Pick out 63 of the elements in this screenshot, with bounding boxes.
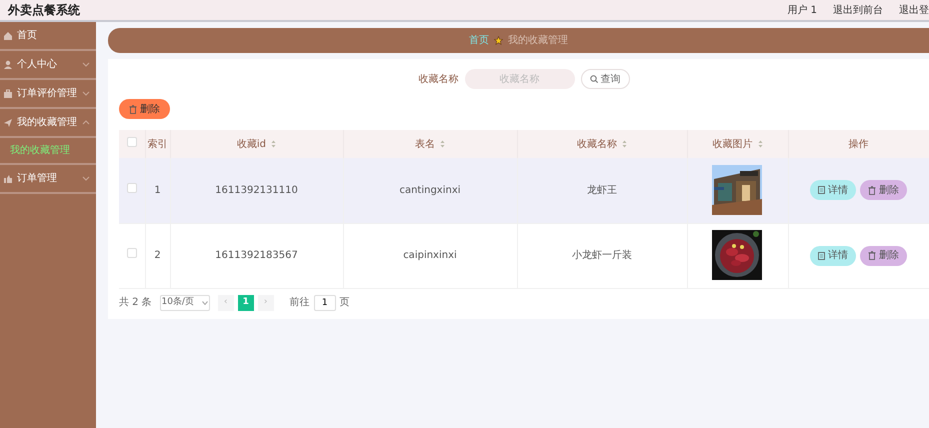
header-link[interactable]: 退出登 <box>899 2 929 18</box>
sort-icon <box>758 140 763 148</box>
table-row[interactable]: 2 1611392183567 caipinxinxi 小龙虾一斤装 详情 删除 <box>119 223 929 288</box>
search-button[interactable]: 查询 <box>580 69 630 89</box>
sidebar-item[interactable]: 个人中心 <box>0 51 96 80</box>
sort-icon <box>271 140 276 148</box>
thumb-icon <box>3 174 13 184</box>
document-icon <box>818 186 825 194</box>
trash-icon <box>868 186 876 195</box>
table-cell: 小龙虾一斤装 <box>572 250 632 261</box>
details-button[interactable]: 详情 <box>810 180 856 200</box>
chevron-up-icon <box>82 120 90 125</box>
home-icon <box>3 30 13 40</box>
details-button[interactable]: 详情 <box>810 246 856 266</box>
delete-button[interactable]: 删除 <box>860 246 907 266</box>
goto-label: 前往 <box>290 296 310 310</box>
checkbox[interactable] <box>126 182 137 193</box>
table-cell: caipinxinxi <box>403 250 457 261</box>
table-cell: 2 <box>154 250 161 261</box>
sidebar-item[interactable]: 订单评价管理 <box>0 80 96 109</box>
search-label: 收藏名称 <box>418 72 458 86</box>
app-title: 外卖点餐系统 <box>8 2 80 19</box>
table-cell: cantingxinxi <box>399 184 461 196</box>
delete-button[interactable]: 删除 <box>860 180 907 200</box>
header-link[interactable]: 用户 1 <box>787 2 817 18</box>
search-field[interactable]: 收藏名称 <box>464 69 574 89</box>
chevron-down-icon <box>82 176 90 181</box>
table-cell: 1611392183567 <box>215 250 298 261</box>
chevron-down-icon <box>202 300 208 304</box>
sidebar-subitem[interactable]: 我的收藏管理 <box>0 138 96 165</box>
table-cell: 1611392131110 <box>215 184 298 196</box>
sidebar-item[interactable]: 首页 <box>0 22 96 51</box>
column-header[interactable]: 收藏名称 <box>576 138 619 150</box>
document-icon <box>818 252 825 260</box>
column-header[interactable]: 收藏图片 <box>712 138 754 150</box>
sort-icon <box>622 140 628 148</box>
column-header[interactable]: 收藏id <box>236 138 268 150</box>
table-cell: 1 <box>154 184 161 196</box>
page-suffix: 页 <box>340 296 350 310</box>
checkbox[interactable] <box>126 248 137 258</box>
person-icon <box>3 60 13 70</box>
search-icon <box>590 75 598 83</box>
briefcase-icon <box>3 88 13 98</box>
trash-icon <box>868 251 876 260</box>
table-row[interactable]: 1 1611392131110 cantingxinxi 龙虾王 详情 删除 <box>119 158 929 223</box>
header-link[interactable]: 退出到前台 <box>833 2 883 18</box>
send-icon <box>3 118 13 128</box>
page-input[interactable]: 1 <box>314 294 336 310</box>
column-header[interactable]: 操作 <box>848 138 868 150</box>
star-icon <box>494 36 503 45</box>
column-header[interactable]: 表名 <box>414 138 437 150</box>
sidebar-item[interactable]: 我的收藏管理 <box>0 109 96 138</box>
breadcrumb-link[interactable]: 首页 <box>469 33 489 48</box>
table-cell: 龙虾王 <box>587 184 617 196</box>
chevron-down-icon <box>82 62 90 67</box>
chevron-down-icon <box>82 91 90 96</box>
checkbox[interactable] <box>126 136 137 146</box>
trash-icon <box>129 104 137 114</box>
page-size-select[interactable]: 10条/页 <box>160 294 210 310</box>
sidebar-item[interactable]: 订单管理 <box>0 165 96 194</box>
total-count: 共 2 条 <box>119 296 152 310</box>
sort-icon <box>440 140 446 148</box>
delete-button[interactable]: 删除 <box>119 99 170 119</box>
